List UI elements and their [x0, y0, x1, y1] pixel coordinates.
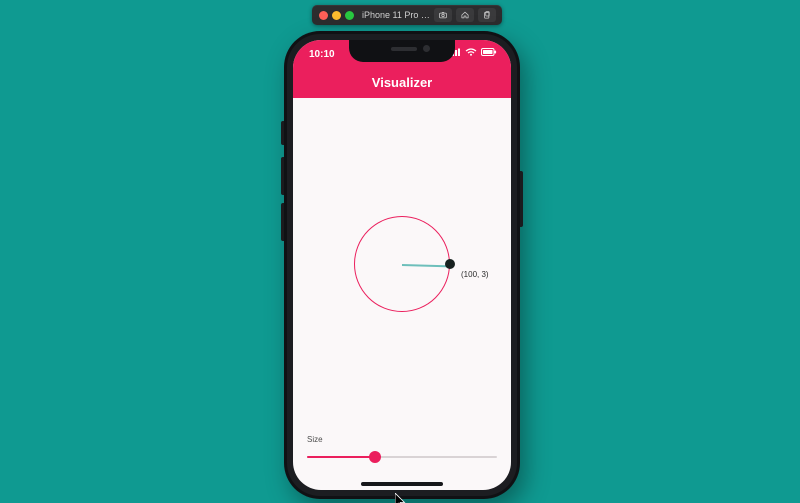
angle-knob[interactable] [445, 259, 455, 269]
visualizer-canvas: (100, 3) [354, 216, 450, 312]
simulator-title: iPhone 11 Pro Ma… [362, 10, 430, 20]
traffic-light-zoom-icon[interactable] [345, 11, 354, 20]
page-title: Visualizer [293, 75, 511, 90]
slider-thumb[interactable] [369, 451, 381, 463]
status-time: 10:10 [309, 49, 335, 60]
size-slider[interactable] [307, 450, 497, 464]
volume-down-button[interactable] [281, 203, 284, 241]
size-control: Size [307, 435, 497, 464]
slider-fill [307, 456, 375, 458]
traffic-light-minimize-icon[interactable] [332, 11, 341, 20]
power-button[interactable] [520, 171, 523, 227]
home-indicator-icon[interactable] [361, 482, 443, 486]
size-label: Size [307, 435, 497, 444]
coordinate-readout: (100, 3) [461, 270, 489, 279]
home-button[interactable] [456, 8, 474, 22]
notch-icon [349, 40, 455, 62]
volume-up-button[interactable] [281, 157, 284, 195]
copy-screen-button[interactable] [478, 8, 496, 22]
clipboard-icon [482, 10, 492, 20]
device-screen: 10:10 DEBUG [293, 40, 511, 490]
screenshot-button[interactable] [434, 8, 452, 22]
device-frame: 10:10 DEBUG [284, 31, 520, 499]
simulator-titlebar: iPhone 11 Pro Ma… [312, 5, 502, 25]
camera-icon [438, 10, 448, 20]
traffic-light-close-icon[interactable] [319, 11, 328, 20]
mute-switch-icon [281, 121, 284, 145]
content-area: (100, 3) Size [293, 98, 511, 490]
battery-icon [481, 48, 497, 56]
home-icon [460, 10, 470, 20]
status-icons [449, 48, 497, 56]
wifi-icon [465, 48, 477, 56]
